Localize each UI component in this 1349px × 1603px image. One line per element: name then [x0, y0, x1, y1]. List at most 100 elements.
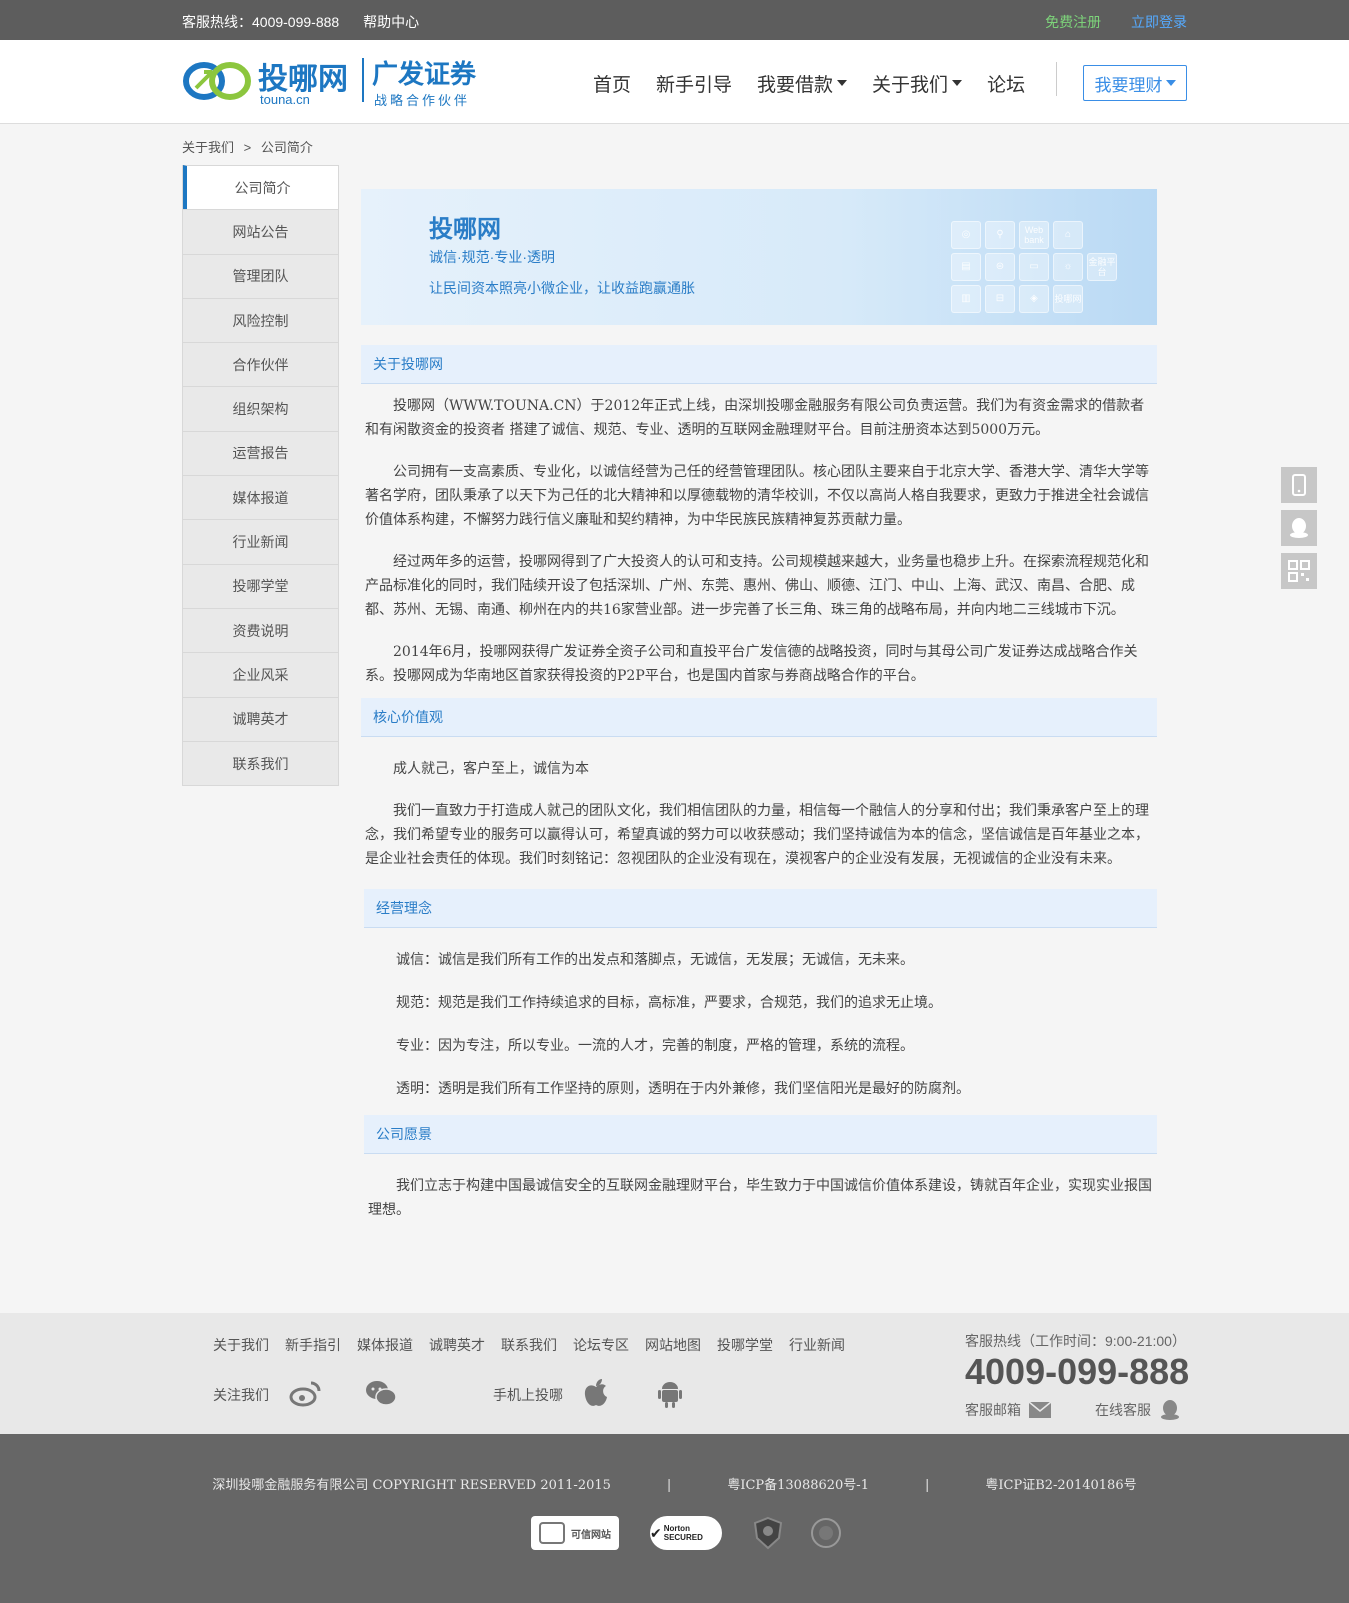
hotline-text: 客服热线：4009-099-888: [182, 14, 340, 30]
about-paragraph-3: 经过两年多的运营，投哪网得到了广大投资人的认可和支持。公司规模越来越大，业务量也…: [365, 554, 1149, 618]
tile-icon: ⊜: [985, 253, 1015, 281]
icp-record[interactable]: 粤ICP备13088620号-1: [727, 1478, 869, 1493]
site-header: 投哪网 touna.cn 广发证券 战略合作伙伴 首页 新手引导 我要借款 关于…: [0, 40, 1349, 124]
norton-badge[interactable]: ✔ Norton SECURED: [650, 1516, 722, 1550]
caret-down-icon: [952, 80, 963, 86]
tile-icon: ◈: [1019, 285, 1049, 313]
tile-icon: ▥: [951, 285, 981, 313]
qrcode-icon: [1288, 560, 1310, 582]
float-qrcode-button[interactable]: [1281, 553, 1317, 589]
register-link[interactable]: 免费注册: [1045, 14, 1101, 30]
login-link[interactable]: 立即登录: [1131, 14, 1187, 30]
values-paragraph-2: 我们一直致力于打造成人就己的团队文化，我们相信团队的力量，相信每一个融信人的分享…: [365, 803, 1149, 867]
check-icon: ✔: [650, 1524, 662, 1541]
divider: |: [924, 1478, 930, 1493]
float-qq-button[interactable]: [1281, 510, 1317, 546]
footer-hotline-label: 客服热线（工作时间：9:00-21:00）: [965, 1333, 1186, 1349]
footer-hotline: 4009-099-888: [965, 1351, 1190, 1392]
footer-link[interactable]: 诚聘英才: [429, 1335, 485, 1355]
banner-title: 投哪网: [429, 216, 501, 243]
footer-link[interactable]: 行业新闻: [789, 1335, 845, 1355]
main-nav: 首页 新手引导 我要借款 关于我们 论坛: [593, 68, 1050, 98]
footer-link[interactable]: 联系我们: [501, 1335, 557, 1355]
copyright-text: 深圳投哪金融服务有限公司 COPYRIGHT RESERVED 2011-201…: [0, 1474, 1349, 1493]
nav-item-about[interactable]: 关于我们: [872, 70, 963, 97]
banner-slogan: 让民间资本照亮小微企业，让收益跑赢通胀: [429, 280, 695, 296]
qq-icon: [1290, 518, 1308, 538]
mobile-label: 手机上投哪: [493, 1387, 563, 1403]
section-heading-values: 核心价值观: [361, 698, 1157, 737]
online-service-label[interactable]: 在线客服: [1095, 1400, 1151, 1420]
sidebar-item-contact[interactable]: 联系我们: [183, 740, 338, 786]
values-paragraph-1: 成人就己，客户至上，诚信为本: [393, 761, 589, 777]
follow-label: 关注我们: [213, 1387, 269, 1403]
trusted-site-icon: [539, 1522, 565, 1544]
footer-link[interactable]: 投哪学堂: [717, 1335, 773, 1355]
android-icon[interactable]: [654, 1377, 686, 1409]
footer-link[interactable]: 关于我们: [213, 1335, 269, 1355]
trusted-site-badge[interactable]: 可信网站: [531, 1516, 619, 1550]
nav-label: 关于我们: [872, 74, 949, 96]
footer-link[interactable]: 新手指引: [285, 1335, 341, 1355]
sidebar-item-news[interactable]: 行业新闻: [183, 519, 338, 564]
service-icon[interactable]: [1160, 1399, 1180, 1421]
sidebar: 公司简介 网站公告 管理团队 风险控制 合作伙伴 组织架构 运营报告 媒体报道 …: [182, 165, 339, 787]
nav-item-borrow[interactable]: 我要借款: [757, 70, 848, 97]
tile-web-bank: Web bank: [1019, 221, 1049, 249]
police-shield-icon[interactable]: [752, 1516, 784, 1550]
wechat-icon[interactable]: [365, 1377, 397, 1409]
logo-domain: touna.cn: [260, 92, 310, 107]
tile-icon: ☼: [1053, 253, 1083, 281]
banner-subtitle: 诚信·规范·专业·透明: [429, 249, 555, 265]
sidebar-item-academy[interactable]: 投哪学堂: [183, 563, 338, 608]
weibo-icon[interactable]: [289, 1377, 321, 1409]
sidebar-item-careers[interactable]: 诚聘英才: [183, 696, 338, 741]
section-philosophy: 诚信：诚信是我们所有工作的出发点和落脚点，无诚信，无发展；无诚信，无未来。 规范…: [361, 928, 1157, 1101]
logo-divider: [362, 58, 364, 102]
footer-link[interactable]: 网站地图: [645, 1335, 701, 1355]
sidebar-item-culture[interactable]: 企业风采: [183, 652, 338, 697]
sidebar-item-intro[interactable]: 公司简介: [183, 165, 338, 210]
tile-icon: ◎: [951, 221, 981, 249]
invest-button[interactable]: 我要理财: [1083, 65, 1187, 101]
vision-paragraph-1: 我们立志于构建中国最诚信安全的互联网金融理财平台，毕生致力于中国诚信价值体系建设…: [368, 1178, 1152, 1218]
nav-item-home[interactable]: 首页: [593, 70, 631, 97]
badge-label: 可信网站: [571, 1529, 611, 1541]
icp-license[interactable]: 粤ICP证B2-20140186号: [985, 1478, 1136, 1493]
sidebar-item-media[interactable]: 媒体报道: [183, 475, 338, 520]
intro-banner: 投哪网 诚信·规范·专业·透明 让民间资本照亮小微企业，让收益跑赢通胀 ◎ ⚲ …: [361, 189, 1157, 325]
sidebar-item-fees[interactable]: 资费说明: [183, 607, 338, 653]
breadcrumb-parent[interactable]: 关于我们: [182, 140, 234, 155]
mail-icon[interactable]: [1028, 1401, 1052, 1419]
nav-item-forum[interactable]: 论坛: [987, 70, 1025, 97]
sidebar-item-structure[interactable]: 组织架构: [183, 386, 338, 431]
company-copyright: 深圳投哪金融服务有限公司 COPYRIGHT RESERVED 2011-201…: [212, 1478, 611, 1493]
philosophy-paragraph-1: 诚信：诚信是我们所有工作的出发点和落脚点，无诚信，无发展；无诚信，无未来。: [396, 952, 914, 968]
sidebar-item-team[interactable]: 管理团队: [183, 253, 338, 298]
invest-button-label: 我要理财: [1094, 75, 1163, 95]
divider: |: [666, 1478, 672, 1493]
police-emblem-icon[interactable]: [810, 1516, 842, 1550]
nav-item-guide[interactable]: 新手引导: [656, 70, 732, 97]
section-about: 投哪网（WWW.TOUNA.CN）于2012年正式上线，由深圳投哪金融服务有限公…: [361, 384, 1157, 688]
sidebar-item-reports[interactable]: 运营报告: [183, 430, 338, 476]
help-center-link[interactable]: 帮助中心: [363, 14, 419, 30]
footer-link[interactable]: 媒体报道: [357, 1335, 413, 1355]
breadcrumb: 关于我们 > 公司简介: [182, 137, 319, 156]
mail-label[interactable]: 客服邮箱: [965, 1400, 1021, 1420]
sidebar-item-risk[interactable]: 风险控制: [183, 297, 338, 343]
logo[interactable]: 投哪网 touna.cn 广发证券 战略合作伙伴: [182, 52, 482, 112]
tile-icon: ⌂: [1053, 221, 1083, 249]
sidebar-item-partners[interactable]: 合作伙伴: [183, 342, 338, 387]
badge-label: Norton SECURED: [663, 1524, 703, 1542]
section-heading-about: 关于投哪网: [361, 345, 1157, 384]
tile-icon: ▤: [951, 253, 981, 281]
philosophy-paragraph-2: 规范：规范是我们工作持续追求的目标，高标准，严要求，合规范，我们的追求无止境。: [396, 995, 942, 1011]
breadcrumb-separator: >: [243, 140, 252, 155]
footer-links: 关于我们 新手指引 媒体报道 诚聘英才 联系我们 论坛专区 网站地图 投哪学堂 …: [213, 1335, 861, 1355]
apple-icon[interactable]: [580, 1377, 612, 1409]
footer-link[interactable]: 论坛专区: [573, 1335, 629, 1355]
nav-label: 我要借款: [757, 74, 834, 96]
sidebar-item-notice[interactable]: 网站公告: [183, 209, 338, 254]
float-phone-button[interactable]: [1281, 467, 1317, 503]
